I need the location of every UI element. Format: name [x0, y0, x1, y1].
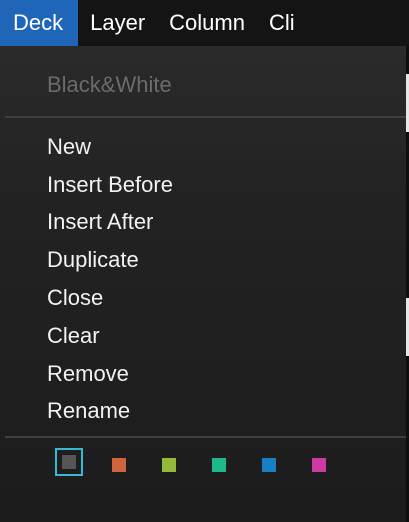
menu-deck[interactable]: Deck [0, 0, 79, 46]
app-window: Deck Layer Column Cli Black&White New In… [0, 0, 409, 522]
menu-item-close[interactable]: Close [47, 285, 103, 311]
menu-bar: Deck Layer Column Cli [0, 0, 409, 46]
menu-item-insert-before[interactable]: Insert Before [47, 172, 173, 198]
color-swatch-row [55, 448, 355, 482]
menu-clip[interactable]: Cli [257, 0, 307, 46]
menu-separator [5, 116, 406, 118]
deck-dropdown-menu: Black&White New Insert Before Insert Aft… [0, 46, 406, 522]
menu-column[interactable]: Column [157, 0, 257, 46]
color-swatch-fill [62, 455, 76, 469]
color-swatch-teal[interactable] [212, 458, 226, 472]
color-swatch-magenta[interactable] [312, 458, 326, 472]
menu-item-insert-after[interactable]: Insert After [47, 209, 153, 235]
menu-item-clear[interactable]: Clear [47, 323, 100, 349]
deck-name-header: Black&White [47, 72, 172, 97]
color-swatch-green[interactable] [162, 458, 176, 472]
menu-item-remove[interactable]: Remove [47, 361, 129, 387]
menu-layer[interactable]: Layer [78, 0, 157, 46]
menu-item-rename[interactable]: Rename [47, 398, 130, 424]
color-swatch-gray[interactable] [55, 448, 83, 476]
color-swatch-blue[interactable] [262, 458, 276, 472]
menu-item-new[interactable]: New [47, 134, 91, 160]
color-swatch-orange[interactable] [112, 458, 126, 472]
menu-item-duplicate[interactable]: Duplicate [47, 247, 139, 273]
menu-separator [5, 436, 406, 438]
